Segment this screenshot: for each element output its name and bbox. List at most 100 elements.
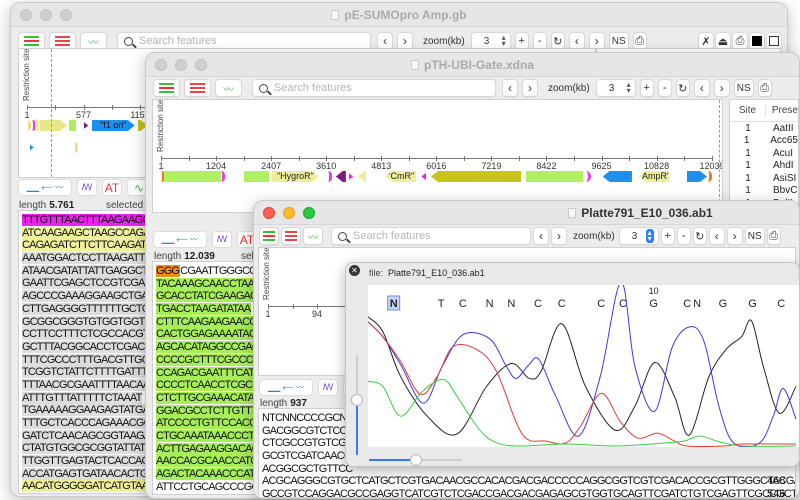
slider-thumb[interactable] (409, 454, 422, 466)
base-call[interactable]: C (459, 298, 467, 310)
table-row[interactable]: 1 AatII (730, 122, 798, 135)
feature-map[interactable]: Restriction sites 1 1204 2407 3610 4813 6016 72… (152, 99, 723, 213)
feature-bracket[interactable] (328, 171, 333, 182)
search-input[interactable]: Search features (331, 227, 531, 245)
refresh-icon[interactable]: ↻ (692, 227, 707, 245)
close-icon[interactable]: ✕ (349, 265, 360, 276)
chromatogram-button[interactable]: ꟿ (212, 231, 232, 248)
chromatogram-popover[interactable]: ✕ file: Platte791_E10_036.ab1 NTCNNCCCCG… (345, 262, 800, 467)
feature-left[interactable] (421, 171, 427, 182)
map-view-button[interactable] (259, 227, 279, 245)
strand-view-button[interactable]: ▁▁ ⟵ 〰 (18, 179, 72, 196)
zoom-in-button[interactable]: + (660, 227, 675, 245)
title-bar[interactable]: pE-SUMOpro Amp.gb (11, 3, 787, 27)
feature-bracket[interactable] (708, 171, 713, 182)
column-header-presence[interactable]: Prese (764, 105, 798, 116)
ns-button[interactable]: NS (733, 79, 754, 97)
refresh-icon[interactable]: ↻ (675, 79, 690, 97)
scroll-left-button[interactable]: ‹ (693, 79, 710, 97)
feature-left[interactable] (357, 171, 366, 182)
stepper-arrows-icon[interactable]: ▴ ▾ (645, 229, 654, 243)
base-call[interactable]: C (683, 298, 691, 310)
printer-icon[interactable]: ⎙ (757, 79, 772, 97)
base-call[interactable]: G (649, 298, 658, 310)
feature-box[interactable] (69, 120, 76, 131)
sequence-line[interactable]: ACGCAGGGCGTGCTCATGCTCGTGACAACGCCACACGACG… (262, 475, 795, 488)
feature-bracket[interactable] (583, 171, 592, 182)
base-call[interactable]: C (558, 298, 566, 310)
scroll-right-button[interactable]: › (726, 227, 743, 245)
zoom-in-button[interactable]: + (639, 79, 654, 97)
base-call[interactable]: C (597, 298, 605, 310)
feature-right[interactable] (687, 171, 707, 182)
feature-right[interactable]: "HygroR" (272, 171, 319, 182)
base-call[interactable]: N (693, 298, 701, 310)
title-bar[interactable]: Platte791_E10_036.ab1 (254, 201, 799, 225)
base-call[interactable]: G (719, 298, 728, 310)
feature-left[interactable] (335, 171, 346, 182)
table-row[interactable]: 1 Acc65 (730, 135, 798, 148)
base-call[interactable]: C (619, 298, 627, 310)
base-call[interactable]: N (507, 298, 515, 310)
feature-right[interactable]: "f1 ori" (92, 120, 135, 131)
strand-view-button[interactable]: ▁▁ ⟵ 〰 (153, 231, 207, 248)
feature-bracket[interactable] (27, 120, 31, 131)
base-call[interactable]: G (748, 298, 757, 310)
feature-left[interactable] (431, 171, 522, 182)
printer-icon[interactable]: ⎙ (766, 227, 781, 245)
sequence-line[interactable]: GCCGTCCAGGACGCCGAGGTCATCGTCTCGACCGACGACG… (262, 488, 795, 497)
column-header-site[interactable]: Site (730, 105, 765, 116)
feature-box[interactable] (163, 171, 221, 182)
chromatogram-button[interactable]: ꟿ (318, 379, 338, 396)
feature-bracket[interactable] (221, 171, 226, 182)
base-call[interactable]: C (534, 298, 542, 310)
table-row[interactable]: 1 AcuI (730, 147, 798, 160)
scroll-left-button[interactable]: ‹ (708, 227, 725, 245)
search-input[interactable]: Search features (252, 79, 496, 97)
next-feature-button[interactable]: › (551, 227, 567, 245)
feature-box[interactable] (35, 120, 40, 131)
feature-right[interactable] (349, 171, 354, 182)
table-row[interactable]: 1 AhdI (730, 160, 798, 173)
feature-right[interactable] (40, 120, 67, 131)
previous-feature-button[interactable]: ‹ (502, 79, 518, 97)
feature-bracket[interactable] (74, 142, 78, 153)
base-call[interactable]: N (486, 298, 494, 310)
zoom-out-button[interactable]: - (676, 227, 691, 245)
zoom-out-button[interactable]: - (657, 79, 672, 97)
feature-left[interactable] (602, 171, 632, 182)
strand-view-button[interactable]: ▁▁ ⟵ 〰 (259, 379, 313, 396)
base-call[interactable]: C (777, 298, 785, 310)
restriction-view-button[interactable] (184, 79, 211, 97)
next-feature-button[interactable]: › (522, 79, 538, 97)
orf-view-button[interactable]: 〰 (215, 79, 242, 97)
table-row[interactable]: 1 AsiSI (730, 172, 798, 185)
zoom-stepper[interactable]: 3 ▴ ▾ (618, 227, 659, 245)
slider-thumb[interactable] (351, 394, 363, 406)
title-bar[interactable]: pTH-UBI-Gate.xdna (146, 53, 799, 77)
vertical-scale-slider[interactable] (351, 355, 363, 455)
feature-left[interactable]: "AmpR" (638, 171, 669, 182)
base-call[interactable]: N (390, 298, 398, 310)
table-row[interactable]: 1 BbvC (730, 185, 798, 198)
zoom-stepper[interactable]: 3 ▴ ▾ (595, 79, 636, 97)
stepper-arrows-icon[interactable]: ▴ ▾ (627, 81, 631, 95)
feature-right[interactable] (84, 120, 88, 131)
feature-box[interactable] (525, 171, 583, 182)
feature-left[interactable]: "CmR" (385, 171, 417, 182)
zoom-value[interactable]: 3 (609, 83, 615, 94)
orf-view-button[interactable]: 〰 (303, 227, 323, 245)
chromatogram-button[interactable]: ꟿ (77, 179, 97, 196)
horizontal-zoom-slider[interactable] (369, 454, 462, 466)
base-call[interactable]: T (438, 298, 445, 310)
zoom-value[interactable]: 3 (632, 231, 638, 242)
at-content-button[interactable]: AT (102, 179, 122, 196)
ns-button[interactable]: NS (744, 227, 765, 245)
zoom-value[interactable]: 3 (484, 36, 490, 47)
stepper-arrows-icon[interactable]: ▴ ▾ (502, 34, 506, 48)
chromatogram-chart[interactable]: N T C N N C C C C G C N G G C10 (368, 285, 799, 447)
restriction-view-button[interactable] (281, 227, 301, 245)
previous-feature-button[interactable]: ‹ (533, 227, 549, 245)
scroll-right-button[interactable]: › (713, 79, 730, 97)
feature-box[interactable] (243, 171, 269, 182)
